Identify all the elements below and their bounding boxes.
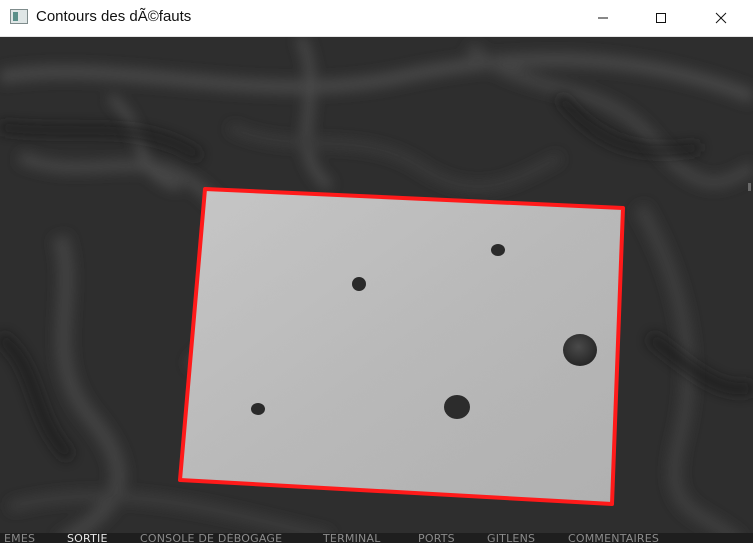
tab-terminal[interactable]: TERMINAL <box>323 533 381 543</box>
tab-emes[interactable]: EMES <box>4 533 35 543</box>
tab-sortie[interactable]: SORTIE <box>67 533 108 543</box>
image-canvas <box>0 37 753 543</box>
close-icon <box>715 12 727 24</box>
maximize-icon <box>656 13 666 23</box>
defect-contour-image <box>0 37 753 543</box>
window-app-icon <box>10 9 28 24</box>
defect-spot <box>352 277 366 291</box>
tab-commentaires[interactable]: COMMENTAIRES <box>568 533 659 543</box>
opencv-window: Contours des dÃ©fauts EMES SORTIE CONSOL… <box>0 0 753 543</box>
defect-spot <box>491 244 505 256</box>
defect-spot <box>251 403 265 415</box>
minimize-button[interactable] <box>580 0 626 36</box>
close-button[interactable] <box>698 0 744 36</box>
minimize-icon <box>598 17 608 19</box>
vscode-bottom-panel-tabs: EMES SORTIE CONSOLE DE DÉBOGAGE TERMINAL… <box>0 533 753 543</box>
tab-console-debogage[interactable]: CONSOLE DE DÉBOGAGE <box>140 533 282 543</box>
edge-marker <box>748 183 751 191</box>
tab-gitlens[interactable]: GITLENS <box>487 533 535 543</box>
tab-ports[interactable]: PORTS <box>418 533 455 543</box>
defect-spot <box>444 395 470 419</box>
title-bar[interactable]: Contours des dÃ©fauts <box>0 0 753 37</box>
defect-spot <box>563 334 597 366</box>
window-title: Contours des dÃ©fauts <box>36 8 192 25</box>
maximize-button[interactable] <box>638 0 684 36</box>
paper-sheet <box>180 189 623 504</box>
